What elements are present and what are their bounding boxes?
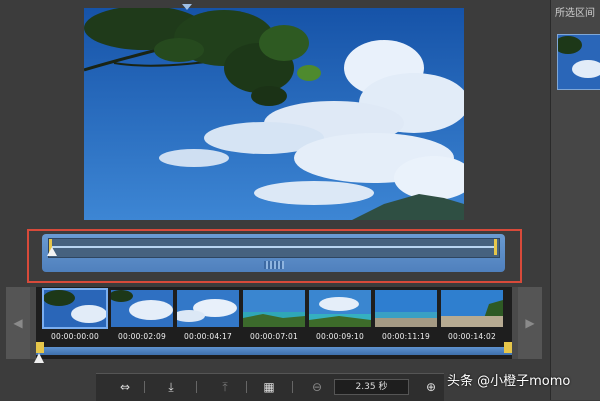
film-frame[interactable] xyxy=(309,290,371,327)
frame-timecode: 00:00:07:01 xyxy=(250,332,298,341)
frame-timecode: 00:00:09:10 xyxy=(316,332,364,341)
trim-range-line xyxy=(50,246,496,248)
chevron-right-icon: ▶ xyxy=(525,316,535,330)
film-frame[interactable] xyxy=(375,290,437,327)
frame-timecode: 00:00:02:09 xyxy=(118,332,166,341)
trim-drag-grip[interactable] xyxy=(264,261,284,269)
filmstrip-prev-button[interactable]: ◀ xyxy=(6,287,30,359)
frame-timecode: 00:00:04:17 xyxy=(184,332,232,341)
frame-timecode: 00:00:00:00 xyxy=(51,332,99,341)
frame-timecode: 00:00:14:02 xyxy=(448,332,496,341)
filmstrip-panel: ◀ 00:00:00:00 00:00:02:09 00:00:04:17 00… xyxy=(6,287,542,359)
swap-arrows-icon: ⇔ xyxy=(119,380,131,394)
filmstrip-next-button[interactable]: ▶ xyxy=(518,287,542,359)
editor-main: ◀ 00:00:00:00 00:00:02:09 00:00:04:17 00… xyxy=(0,0,550,401)
film-split-icon: ▦ xyxy=(263,380,275,394)
preview-image xyxy=(84,8,464,220)
zoom-in-button[interactable]: ⊕ xyxy=(422,379,440,395)
panel-header: 所选区间 xyxy=(555,8,595,19)
import-icon: ⤓ xyxy=(168,379,174,394)
film-frame[interactable] xyxy=(42,288,108,329)
import-button[interactable]: ⤓ xyxy=(162,379,180,395)
watermark-text: 头条 @小橙子momo xyxy=(447,374,571,389)
zoom-level-field[interactable]: 2.35 秒 xyxy=(334,379,409,395)
zoom-out-button[interactable]: ⊖ xyxy=(308,379,326,395)
film-frame[interactable] xyxy=(441,290,503,327)
frame-timecode: 00:00:11:19 xyxy=(382,332,430,341)
zoom-out-icon: ⊖ xyxy=(311,380,323,394)
trim-end-handle[interactable] xyxy=(494,239,497,255)
bottom-toolbar: ⇔ ⤓ ⤒ ▦ ⊖ 2.35 秒 ⊕ xyxy=(96,373,444,401)
zoom-in-icon: ⊕ xyxy=(425,380,437,394)
toolbar-divider xyxy=(246,381,247,393)
filmstrip: 00:00:00:00 00:00:02:09 00:00:04:17 00:0… xyxy=(36,287,512,359)
filmstrip-start-handle[interactable] xyxy=(36,342,44,353)
split-button[interactable]: ▦ xyxy=(260,379,278,395)
export-icon: ⤒ xyxy=(222,379,228,394)
filmstrip-playhead-marker[interactable] xyxy=(34,353,44,363)
filmstrip-end-handle[interactable] xyxy=(504,342,512,353)
trim-playhead-marker[interactable] xyxy=(47,247,57,256)
film-frame[interactable] xyxy=(177,290,239,327)
film-frame[interactable] xyxy=(243,290,305,327)
toolbar-divider xyxy=(196,381,197,393)
selected-range-panel: 所选区间 xyxy=(550,0,600,400)
chevron-left-icon: ◀ xyxy=(13,316,23,330)
video-preview xyxy=(84,8,464,220)
selected-range-thumbnail[interactable] xyxy=(557,34,600,90)
export-button[interactable]: ⤒ xyxy=(216,379,234,395)
toolbar-divider xyxy=(292,381,293,393)
filmstrip-range-bar[interactable] xyxy=(36,347,512,355)
film-frame[interactable] xyxy=(111,290,173,327)
toolbar-divider xyxy=(144,381,145,393)
preview-playhead-marker[interactable] xyxy=(182,4,192,10)
swap-button[interactable]: ⇔ xyxy=(116,379,134,395)
trim-track[interactable] xyxy=(48,238,500,258)
